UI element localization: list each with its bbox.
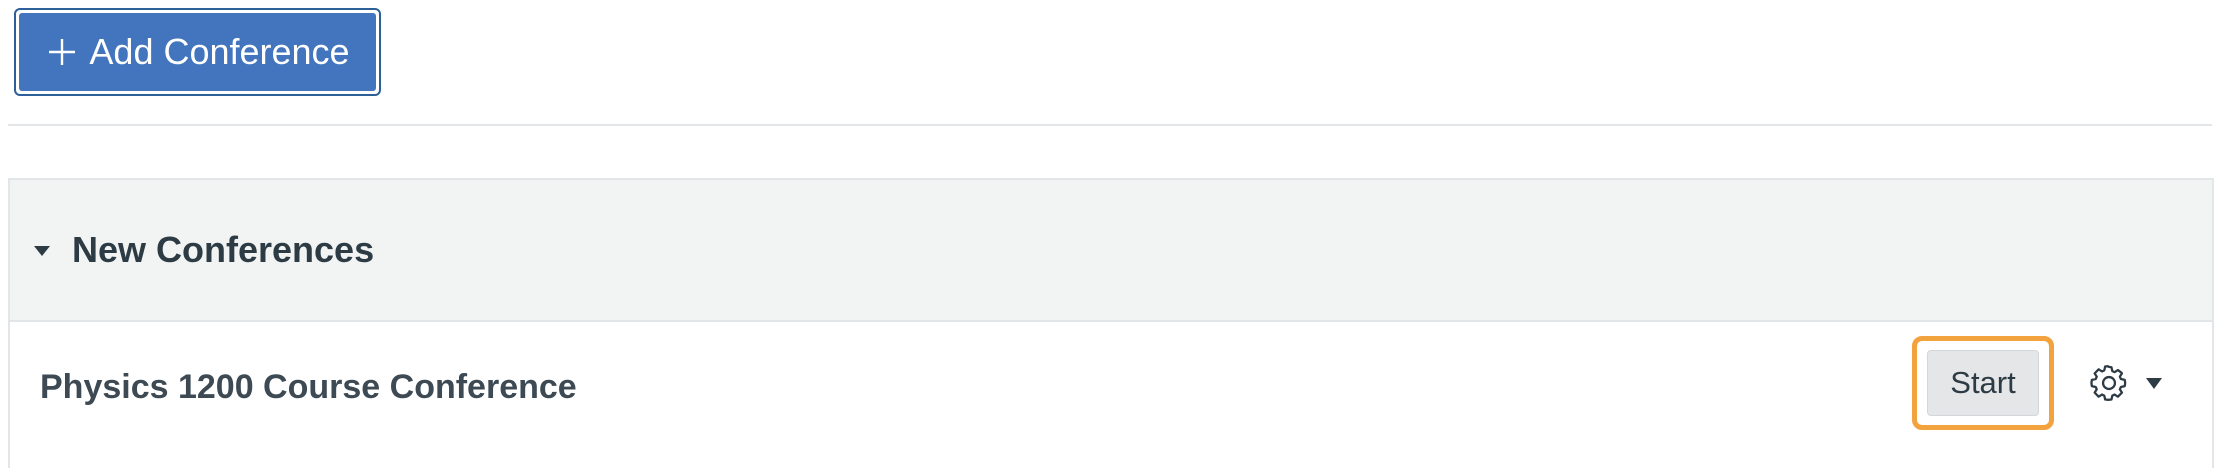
conference-settings-menu[interactable] — [2088, 358, 2162, 408]
section-title: New Conferences — [72, 229, 375, 270]
conference-name: Physics 1200 Course Conference — [40, 367, 577, 406]
caret-down-icon — [34, 246, 50, 256]
conference-row: Physics 1200 Course Conference Start — [10, 322, 2212, 452]
add-conference-label: Add Conference — [89, 31, 350, 72]
new-conferences-header[interactable]: New Conferences — [10, 180, 2212, 322]
add-conference-button[interactable]: Add Conference — [19, 13, 376, 91]
add-conference-focus-ring: Add Conference — [14, 8, 381, 96]
divider — [8, 124, 2212, 126]
start-button-highlight: Start — [1912, 336, 2054, 430]
plus-icon — [45, 35, 79, 69]
caret-down-icon — [2146, 377, 2162, 389]
new-conferences-panel: New Conferences Physics 1200 Course Conf… — [8, 178, 2214, 468]
start-button[interactable]: Start — [1927, 350, 2039, 416]
gear-icon — [2088, 362, 2130, 404]
